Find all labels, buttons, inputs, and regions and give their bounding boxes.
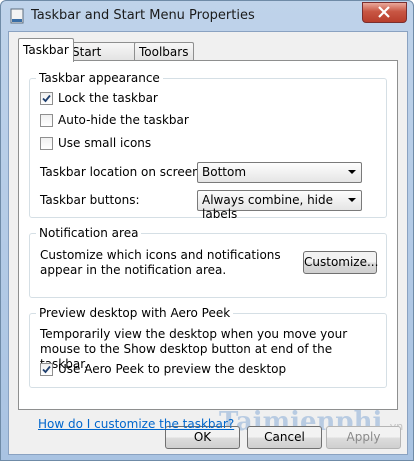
aero-peek-checkmark[interactable] [40,362,53,376]
buttons-label: Taskbar buttons: [40,193,140,207]
location-label: Taskbar location on screen: [40,165,204,179]
checkmark-icon [42,365,51,373]
small-icons-checkbox[interactable]: Use small icons [40,136,151,150]
taskbar-tab-panel: Taskbar appearance Lock the taskbar Auto… [18,60,398,431]
chevron-down-icon [348,170,356,174]
aero-peek-checkbox[interactable]: Use Aero Peek to preview the desktop [40,362,286,376]
lock-taskbar-label: Lock the taskbar [58,91,158,105]
checkmark-icon [42,94,51,102]
apply-button[interactable]: Apply [326,426,401,449]
buttons-select[interactable]: Always combine, hide labels [197,190,362,221]
dialog-body: Taskbar Start Menu Toolbars Taskbar appe… [8,31,408,455]
aero-peek-label: Preview desktop with Aero Peek [36,306,234,320]
location-select[interactable]: Bottom [197,162,362,183]
title-bar: Taskbar and Start Menu Properties [1,1,413,31]
buttons-value: Always combine, hide labels [202,193,334,221]
taskbar-app-icon [10,8,24,24]
chevron-down-icon [348,198,356,202]
tab-taskbar[interactable]: Taskbar [18,38,74,62]
location-value: Bottom [202,165,247,179]
close-button[interactable] [362,2,407,23]
aero-peek-group: Preview desktop with Aero Peek Temporari… [29,306,387,388]
customize-button[interactable]: Customize... [303,251,378,274]
notification-description: Customize which icons and notifications … [40,248,281,277]
help-link[interactable]: How do I customize the taskbar? [38,417,234,431]
taskbar-appearance-group: Taskbar appearance Lock the taskbar Auto… [29,71,387,221]
autohide-checkbox[interactable]: Auto-hide the taskbar [40,113,189,127]
lock-taskbar-checkbox[interactable]: Lock the taskbar [40,91,158,105]
window-title: Taskbar and Start Menu Properties [31,8,255,23]
autohide-label: Auto-hide the taskbar [58,113,189,127]
autohide-box[interactable] [40,113,53,127]
notification-area-group: Notification area Customize which icons … [29,226,387,298]
cancel-button[interactable]: Cancel [247,426,322,449]
close-icon [378,6,390,18]
aero-peek-checkbox-label: Use Aero Peek to preview the desktop [58,362,287,376]
lock-taskbar-checkmark[interactable] [40,91,53,105]
small-icons-box[interactable] [40,136,53,150]
properties-window: Taskbar and Start Menu Properties Taskba… [0,0,414,461]
tab-start-menu[interactable]: Start Menu [67,42,137,77]
taskbar-appearance-label: Taskbar appearance [36,71,163,85]
notification-area-label: Notification area [36,226,142,240]
tab-toolbars[interactable]: Toolbars [134,42,194,62]
small-icons-label: Use small icons [58,136,152,150]
